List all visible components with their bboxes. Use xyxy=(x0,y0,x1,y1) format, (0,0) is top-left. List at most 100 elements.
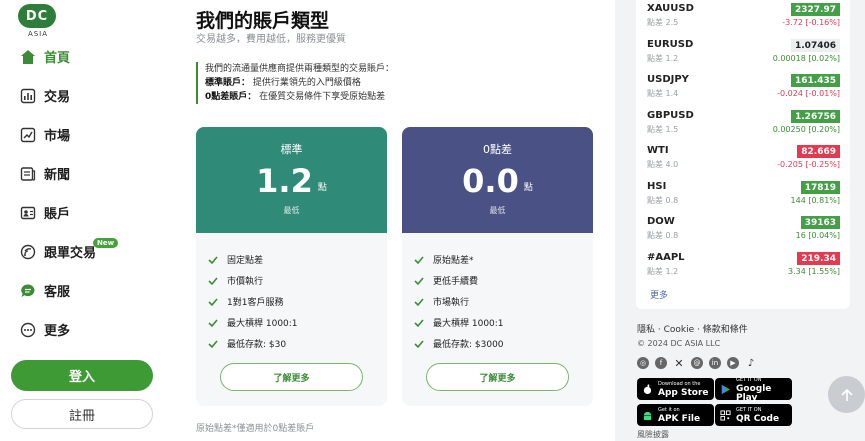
account-icon xyxy=(20,205,36,221)
spread-unit: 點 xyxy=(523,183,533,193)
quote-change: 3.34 [1.55%] xyxy=(787,267,840,276)
news-icon xyxy=(20,166,36,182)
sidebar-item-market[interactable]: 市場 xyxy=(0,115,172,154)
market-quotes-panel: XAUUSD 點差 2.5 2327.97 -3.72 [-0.16%] EUR… xyxy=(636,0,850,309)
quote-row-aapl[interactable]: #AAPL 點差 1.2 219.34 3.34 [1.55%] xyxy=(647,252,840,284)
quote-spread: 點差 1.5 xyxy=(647,125,679,134)
instagram-icon[interactable]: ◎ xyxy=(637,357,649,369)
check-icon xyxy=(208,297,218,306)
quote-symbol: GBPUSD xyxy=(647,110,694,121)
arrow-up-icon xyxy=(840,388,853,401)
check-icon xyxy=(414,339,424,348)
feature-item: 最低存款: $30 xyxy=(208,333,387,354)
spread-value: 0.0 xyxy=(462,162,519,200)
register-button[interactable]: 註冊 xyxy=(11,399,153,429)
quote-change: 0.00018 [0.02%] xyxy=(772,54,840,63)
feature-text: 最大槓桿 1000:1 xyxy=(433,319,504,329)
app-store-button[interactable]: Download on the App Store xyxy=(637,378,714,400)
quote-row-xauusd[interactable]: XAUUSD 點差 2.5 2327.97 -3.72 [-0.16%] xyxy=(647,3,840,35)
quote-row-hsi[interactable]: HSI 點差 0.8 17819 144 [0.81%] xyxy=(647,181,840,213)
standard-account-card: 標準 1.2 點 最低 固定點差 市價執行 1對1客戶服務 最大槓桿 1000:… xyxy=(196,127,387,406)
sidebar-item-label: 市場 xyxy=(44,129,71,144)
threads-icon[interactable]: @ xyxy=(691,357,703,369)
sidebar-nav: 首頁 交易 市場 新聞 賬戶 跟單交易 New 客服 更多 xyxy=(0,37,172,349)
sidebar-item-label: 客服 xyxy=(44,285,71,300)
card-header: 標準 1.2 點 最低 xyxy=(196,127,387,233)
account-description: 我們的流通量供應商提供兩種類型的交易賬戶： 標準賬戶： 提供行業領先的入門級價格… xyxy=(196,62,394,104)
sidebar-item-copy-trading[interactable]: 跟單交易 New xyxy=(0,232,172,271)
facebook-icon[interactable]: f xyxy=(655,357,667,369)
linkedin-icon[interactable]: in xyxy=(709,357,721,369)
google-play-icon xyxy=(720,384,731,395)
x-icon[interactable]: ✕ xyxy=(673,357,685,370)
qr-code-button[interactable]: GET IT ON QR Code xyxy=(715,404,792,426)
feature-text: 最低存款: $3000 xyxy=(433,340,504,350)
login-button[interactable]: 登入 xyxy=(11,360,153,391)
check-icon xyxy=(414,318,424,327)
social-links: ◎ f ✕ @ in ▶ ♪ xyxy=(637,357,757,370)
sidebar-item-label: 交易 xyxy=(44,90,71,105)
sidebar-item-home[interactable]: 首頁 xyxy=(0,37,172,76)
apk-file-button[interactable]: Get it on APK File xyxy=(637,404,714,426)
tiktok-icon[interactable]: ♪ xyxy=(745,357,757,369)
feature-text: 市場執行 xyxy=(433,298,470,308)
feature-text: 最低存款: $30 xyxy=(227,340,287,350)
copy-trading-icon xyxy=(20,244,36,260)
sidebar-item-label: 賬戶 xyxy=(44,207,71,222)
quote-symbol: WTI xyxy=(647,145,669,156)
sidebar-item-label: 更多 xyxy=(44,324,71,339)
quote-change: 16 [0.04%] xyxy=(795,231,840,240)
feature-item: 1對1客戶服務 xyxy=(208,291,387,312)
quote-price: 219.34 xyxy=(797,252,840,265)
sidebar-item-news[interactable]: 新聞 xyxy=(0,154,172,193)
learn-more-button[interactable]: 了解更多 xyxy=(220,363,363,391)
card-name: 0點差 xyxy=(483,143,512,156)
feature-text: 原始點差* xyxy=(433,256,474,266)
quote-row-usdjpy[interactable]: USDJPY 點差 1.4 161.435 -0.024 [-0.01%] xyxy=(647,74,840,106)
sidebar-item-support[interactable]: 客服 xyxy=(0,271,172,310)
quote-spread: 點差 0.8 xyxy=(647,196,679,205)
quote-spread: 點差 1.4 xyxy=(647,89,679,98)
apple-icon xyxy=(642,383,653,395)
feature-item: 市價執行 xyxy=(208,270,387,291)
min-label: 最低 xyxy=(283,206,300,215)
learn-more-button[interactable]: 了解更多 xyxy=(426,363,569,391)
logo-badge: DC xyxy=(18,4,56,28)
min-label: 最低 xyxy=(489,206,506,215)
feature-item: 原始點差* xyxy=(414,249,593,270)
youtube-icon[interactable]: ▶ xyxy=(727,357,739,369)
dc-asia-logo[interactable]: DC ASIA xyxy=(18,4,58,38)
quote-row-eurusd[interactable]: EURUSD 點差 1.2 1.07406 0.00018 [0.02%] xyxy=(647,39,840,71)
quote-row-wti[interactable]: WTI 點差 4.0 82.669 -0.205 [-0.25%] xyxy=(647,145,840,177)
quote-row-dow[interactable]: DOW 點差 0.8 39163 16 [0.04%] xyxy=(647,216,840,248)
desc-standard-label: 標準賬戶： xyxy=(205,78,251,88)
quote-spread: 點差 1.2 xyxy=(647,54,679,63)
spread-unit: 點 xyxy=(317,183,327,193)
quote-symbol: EURUSD xyxy=(647,39,694,50)
card-header: 0點差 0.0 點 最低 xyxy=(402,127,593,233)
google-play-button[interactable]: GET IT ON Google Play xyxy=(715,377,792,402)
quote-price: 1.26756 xyxy=(791,110,840,123)
trade-icon xyxy=(20,88,36,104)
quote-spread: 點差 0.8 xyxy=(647,231,679,240)
sidebar-item-account[interactable]: 賬戶 xyxy=(0,193,172,232)
sidebar-item-trade[interactable]: 交易 xyxy=(0,76,172,115)
card-name: 標準 xyxy=(280,143,303,156)
quote-symbol: HSI xyxy=(647,181,667,192)
feature-list: 原始點差* 更低手續費 市場執行 最大槓桿 1000:1 最低存款: $3000 xyxy=(402,233,593,354)
account-types-section: 我們的賬戶類型 交易越多，費用越低，服務更優質 我們的流通量供應商提供兩種類型的… xyxy=(172,0,615,441)
quote-price: 2327.97 xyxy=(791,3,840,16)
quote-price: 39163 xyxy=(800,216,840,229)
quote-symbol: #AAPL xyxy=(647,252,685,263)
quote-change: -3.72 [-0.16%] xyxy=(782,18,840,27)
feature-text: 1對1客戶服務 xyxy=(227,298,284,308)
zero-spread-account-card: 0點差 0.0 點 最低 原始點差* 更低手續費 市場執行 最大槓桿 1000:… xyxy=(402,127,593,406)
market-more-link[interactable]: 更多 xyxy=(650,288,668,301)
back-to-top-button[interactable] xyxy=(828,376,865,413)
spread-value: 1.2 xyxy=(256,162,313,200)
quote-row-gbpusd[interactable]: GBPUSD 點差 1.5 1.26756 0.00250 [0.20%] xyxy=(647,110,840,142)
sidebar-item-more[interactable]: 更多 xyxy=(0,310,172,349)
feature-item: 更低手續費 xyxy=(414,270,593,291)
footer-links[interactable]: 隱私 · Cookie · 條款和條件 xyxy=(637,322,748,335)
risk-disclosure-link[interactable]: 風險披露 xyxy=(637,429,669,440)
